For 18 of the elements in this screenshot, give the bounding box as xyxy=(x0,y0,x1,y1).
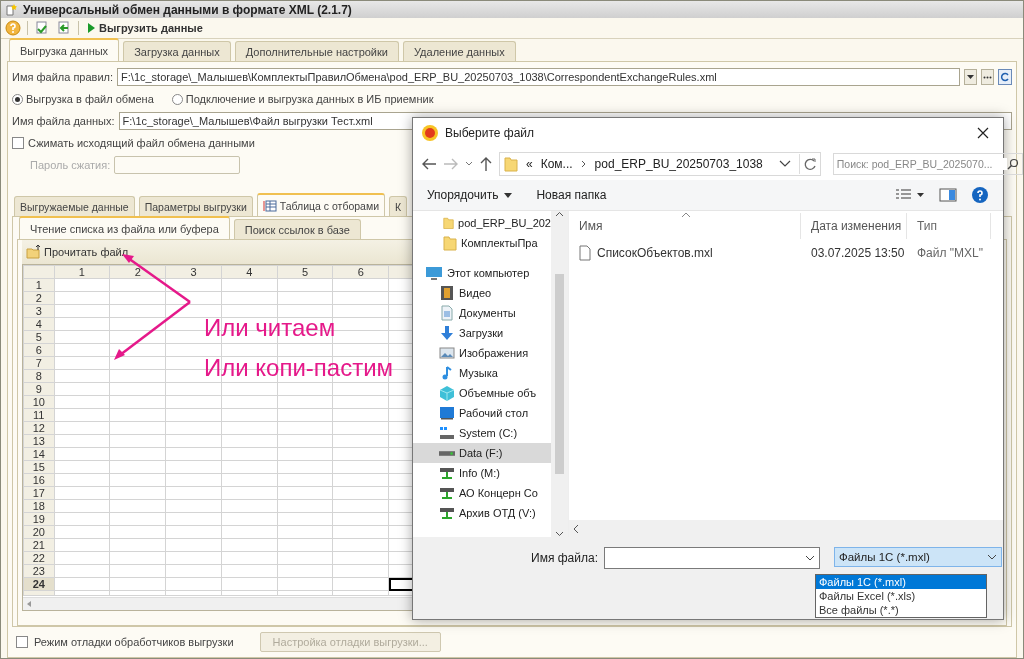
annotation-text: Или читаем xyxy=(204,314,336,342)
field-label: Пароль сжатия: xyxy=(30,159,111,171)
column-header: 4 xyxy=(221,265,278,279)
field-label: Имя файла данных: xyxy=(12,115,115,127)
file-type: Файл "MXL" xyxy=(916,246,985,260)
radio-label: Подключение и выгрузка данных в ИБ приемник xyxy=(185,93,434,105)
file-date: 03.07.2025 13:50 xyxy=(810,246,906,260)
column-header: 3 xyxy=(165,265,222,279)
radio-label: Выгрузка в файл обмена xyxy=(26,93,154,105)
field-label: Имя файла: xyxy=(531,550,598,567)
annotation-text: Или копи-пастим xyxy=(204,354,394,382)
field-label: Имя файла правил: xyxy=(12,71,114,83)
column-header: 1 xyxy=(54,265,110,279)
checkbox-label: Режим отладки обработчиков выгрузки xyxy=(34,636,234,648)
column-header: 6 xyxy=(332,265,389,279)
window-title: Универсальный обмен данными в формате XML (2.1.7) xyxy=(23,2,352,17)
checkbox-label: Сжимать исходящий файл обмена данными xyxy=(28,137,255,149)
column-header: 5 xyxy=(277,265,333,279)
